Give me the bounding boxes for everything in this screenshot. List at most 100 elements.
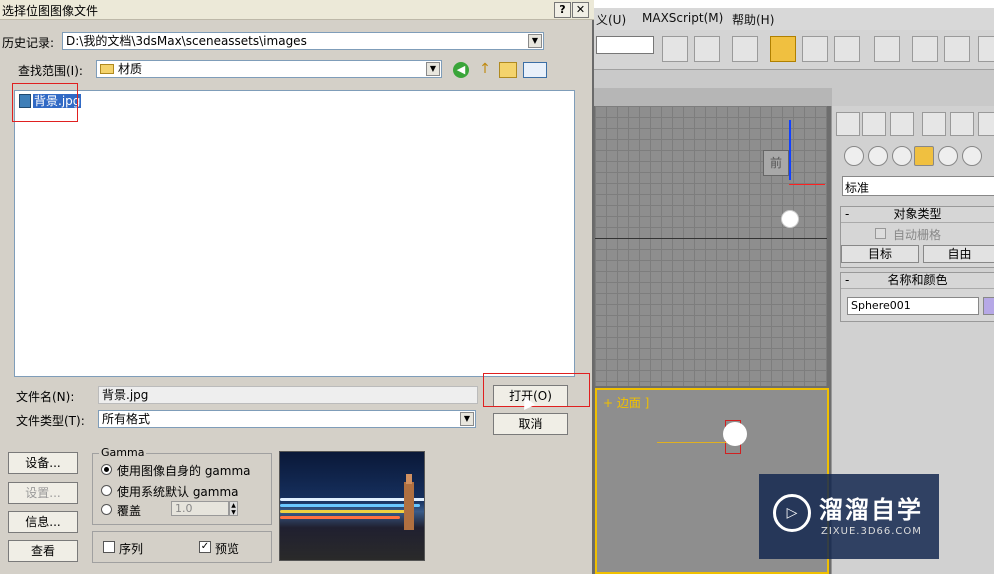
filetype-combo[interactable]: 所有格式 ▼ [98,410,476,428]
settings-button[interactable]: 设置... [8,482,78,504]
helpers-icon[interactable] [938,146,958,166]
selection-set-combo[interactable] [596,36,654,54]
lookin-combo[interactable]: 材质 ▼ [96,60,442,78]
select-bitmap-dialog: 选择位图图像文件 ? ✕ 历史记录: D:\我的文档\3dsMax\scenea… [0,0,594,574]
filetype-value: 所有格式 [102,412,151,426]
schematic-icon[interactable] [834,36,860,62]
view-menu-icon[interactable] [523,62,547,78]
graphite-icon[interactable] [770,36,796,62]
free-camera-button[interactable]: 自由 [923,245,994,263]
watermark-url: ZIXUE.3D66.COM [821,526,922,537]
viewport-divider [595,238,827,239]
autogrid-label: 自动栅格 [893,228,942,242]
rollout-object-type-header[interactable]: - 对象类型 [841,207,994,223]
rollout-object-type-title: 对象类型 [893,207,942,221]
preview-label: 预览 [215,542,240,556]
close-button[interactable]: ✕ [572,2,589,18]
filename-value: 背景.jpg [102,388,149,402]
shapes-icon[interactable] [868,146,888,166]
info-button[interactable]: 信息... [8,511,78,533]
lights-icon[interactable] [892,146,912,166]
back-icon[interactable]: ◀ [453,62,469,78]
gamma-image-radio[interactable] [101,464,112,475]
rollout-name-color-title: 名称和颜色 [887,273,948,287]
render-frame-icon[interactable] [978,36,994,62]
file-list[interactable]: 背景.jpg [14,90,575,377]
cancel-button[interactable]: 取消 [493,413,568,435]
rollout-name-color-header[interactable]: - 名称和颜色 [841,273,994,289]
hierarchy-tab-icon[interactable] [890,112,914,136]
menu-item-help[interactable]: 帮助(H) [732,11,774,28]
gamma-override-radio[interactable] [101,504,112,515]
viewcube[interactable]: 前 [763,150,789,176]
dialog-title: 选择位图图像文件 [2,4,99,18]
new-folder-icon[interactable] [499,62,517,78]
chevron-down-icon[interactable]: ▼ [426,62,440,76]
autogrid-checkbox[interactable] [875,228,886,239]
options-group: 序列 ✓ 预览 [92,531,272,563]
chevron-down-icon[interactable]: ▼ [460,412,474,426]
collapse-icon: - [845,207,850,221]
utilities-tab-icon[interactable] [978,112,994,136]
max-title-strip [592,0,994,8]
chevron-down-icon[interactable]: ▼ [528,34,542,48]
display-tab-icon[interactable] [950,112,974,136]
light-streak [280,510,410,513]
object-category-value: 标准 [845,181,870,195]
gamma-system-radio[interactable] [101,485,112,496]
object-category-dropdown[interactable]: 标准 [842,176,994,196]
light-streak [280,516,400,519]
view-button[interactable]: 查看 [8,540,78,562]
highlight-file [12,83,78,122]
menu-item-1[interactable]: 义(U) [596,11,626,28]
clock-tower [404,482,414,530]
gizmo-x-axis [789,184,825,185]
sequence-label: 序列 [119,542,144,556]
history-label: 历史记录: [2,36,55,50]
viewport-label[interactable]: + 边面 ] [603,394,649,411]
sphere-object[interactable] [781,210,799,228]
cameras-icon[interactable] [914,146,934,166]
watermark-title: 溜溜自学 [819,496,923,524]
history-combo[interactable]: D:\我的文档\3dsMax\sceneassets\images ▼ [62,32,544,50]
render-icon[interactable] [944,36,970,62]
geometry-icon[interactable] [844,146,864,166]
sequence-checkbox[interactable] [103,541,115,553]
folder-icon [100,64,114,74]
menu-item-maxscript[interactable]: MAXScript(M) [642,11,723,25]
motion-tab-icon[interactable] [922,112,946,136]
setup-button[interactable]: 设备... [8,452,78,474]
modify-tab-icon[interactable] [862,112,886,136]
mirror-icon[interactable] [662,36,688,62]
material-editor-icon[interactable] [874,36,900,62]
image-preview [279,451,425,561]
help-button[interactable]: ? [554,2,571,18]
spacewarps-icon[interactable] [962,146,982,166]
spinner-icon[interactable]: ▲ ▼ [229,501,238,516]
object-color-swatch[interactable] [983,297,994,315]
align-icon[interactable] [694,36,720,62]
preview-checkbox[interactable]: ✓ [199,541,211,553]
filename-input[interactable]: 背景.jpg [98,386,478,404]
sphere-object-persp[interactable] [723,422,747,446]
dialog-titlebar[interactable]: 选择位图图像文件 ? ✕ [0,0,594,20]
create-tab-icon[interactable] [836,112,860,136]
up-folder-icon[interactable]: ↑ [476,61,494,79]
viewport-front[interactable]: 前 [595,106,827,386]
filename-label: 文件名(N): [16,390,75,404]
target-camera-button[interactable]: 目标 [841,245,919,263]
play-icon: ▷ [773,494,811,532]
max-menubar: 义(U) MAXScript(M) 帮助(H) [592,8,994,30]
curve-editor-icon[interactable] [802,36,828,62]
render-setup-icon[interactable] [912,36,938,62]
max-ribbon-tabs [592,88,832,106]
gamma-override-field[interactable]: 1.0 [171,501,229,516]
gamma-group: Gamma 使用图像自身的 gamma 使用系统默认 gamma 覆盖 1.0 … [92,446,272,525]
lookin-label: 查找范围(I): [18,64,83,78]
lookin-value: 材质 [118,62,143,76]
layer-icon[interactable] [732,36,758,62]
gamma-system-label: 使用系统默认 gamma [117,485,239,499]
gamma-override-label: 覆盖 [117,504,142,518]
watermark: ▷ 溜溜自学 ZIXUE.3D66.COM [759,474,939,559]
object-name-field[interactable]: Sphere001 [847,297,979,315]
